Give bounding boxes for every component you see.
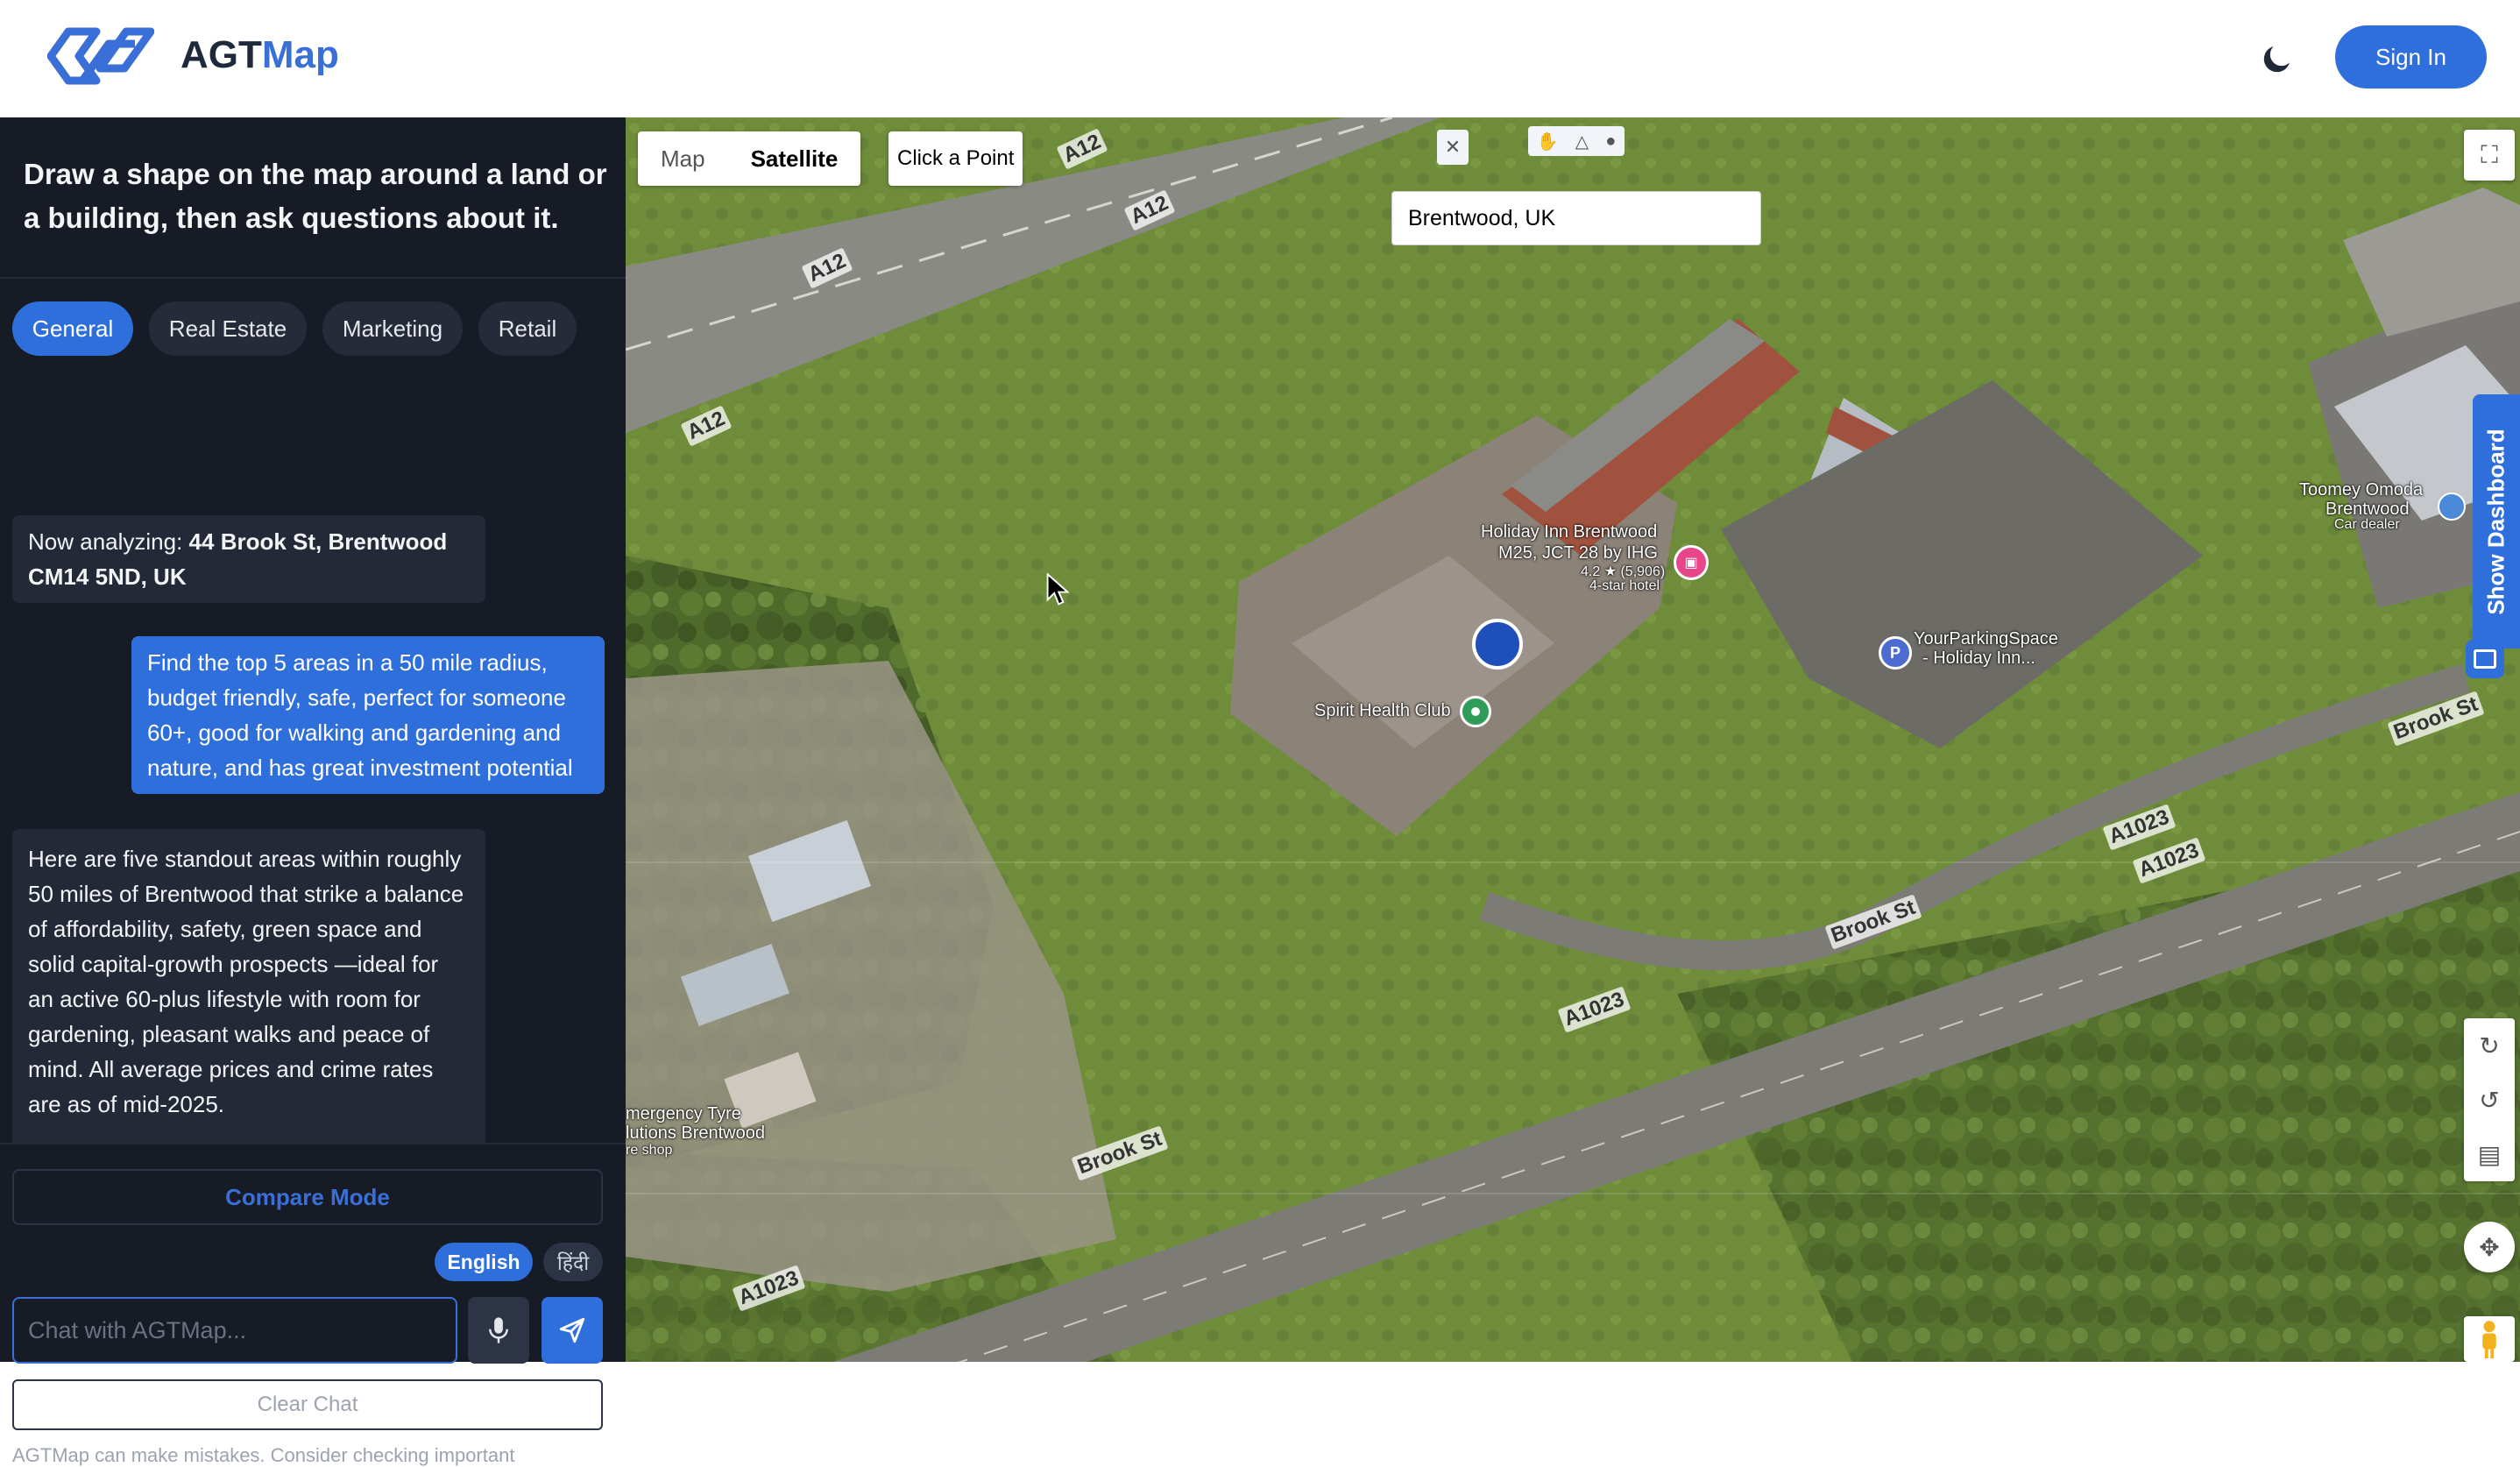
tab-real-estate[interactable]: Real Estate [149,301,307,356]
poi-spirit-health-club-label[interactable]: Spirit Health Club [1314,701,1451,721]
poi-parking-label[interactable]: YourParkingSpace [1914,629,2058,649]
pin-dot [1471,707,1480,716]
poi-toomey-label[interactable]: Toomey Omoda [2299,480,2423,500]
chat-input[interactable] [12,1297,457,1364]
clear-chat-button[interactable]: Clear Chat [12,1379,603,1430]
brand-part2: Map [261,33,339,76]
poi-holiday-inn-label[interactable]: Holiday Inn Brentwood [1481,522,1657,542]
send-icon [559,1317,585,1343]
agtmap-logo-icon[interactable] [47,25,154,88]
sign-in-button[interactable]: Sign In [2335,25,2487,89]
divider [0,1143,626,1145]
pegman-shape [2482,1321,2496,1358]
show-dashboard-label: Show Dashboard [2482,428,2509,615]
satellite-map[interactable]: Holiday Inn Brentwood M25, JCT 28 by IHG… [626,117,2520,1362]
user-message: Find the top 5 areas in a 50 mile radius… [131,636,605,794]
map-type-map-button[interactable]: Map [638,131,728,186]
dashboard-icon[interactable] [2466,640,2504,678]
dark-mode-toggle-icon[interactable] [2259,40,2296,77]
rotate-clockwise-icon[interactable]: ↻ [2479,1031,2499,1060]
intro-heading: Draw a shape on the map around a land or… [24,158,607,234]
fullscreen-icon[interactable]: ⛶ [2464,130,2515,181]
divider [0,277,626,279]
click-a-point-button[interactable]: Click a Point [888,131,1023,186]
brand-name[interactable]: AGTMap [181,33,339,77]
selected-location-marker[interactable] [1472,619,1523,670]
circle-draw-icon[interactable]: ● [1605,131,1616,152]
map-imagery[interactable] [626,117,2520,1362]
map-type-satellite-button[interactable]: Satellite [728,131,861,186]
poi-toomey-type: Car dealer [2334,517,2400,532]
drawing-toolbar: ✋ △ ● [1528,126,1625,156]
street-view-pegman-icon[interactable] [2464,1316,2515,1362]
delete-shape-icon[interactable]: ✕ [1437,130,1469,165]
assistant-message: Here are five standout areas within roug… [12,829,485,1143]
polygon-draw-icon[interactable]: △ [1575,131,1589,152]
pan-control-icon[interactable]: ✥ [2464,1222,2515,1272]
map-rotation-controls: ↻ ↺ ▤ [2464,1018,2515,1181]
poi-holiday-inn-rating: 4.2 ★ (5,906) [1581,564,1666,579]
poi-tyre-type: re shop [626,1143,673,1158]
hotel-pin-icon[interactable]: ▣ [1674,545,1709,580]
parking-pin-icon[interactable]: P [1879,636,1912,670]
send-button[interactable] [542,1297,603,1364]
tab-retail[interactable]: Retail [478,301,577,356]
gym-pin-icon[interactable] [1460,696,1491,727]
disclaimer-text: AGTMap can make mistakes. Consider check… [12,1444,515,1466]
microphone-icon [489,1317,508,1343]
tab-marketing[interactable]: Marketing [322,301,463,356]
chat-sidebar: Draw a shape on the map around a land or… [0,117,626,1466]
microphone-button[interactable] [468,1297,529,1364]
language-hindi-button[interactable]: हिंदी [543,1243,603,1281]
hand-icon[interactable]: ✋ [1537,131,1559,152]
car-dealer-pin-icon[interactable] [2438,493,2466,521]
language-english-button[interactable]: English [435,1243,533,1281]
tab-general[interactable]: General [12,301,133,356]
poi-parking-sublabel: - Holiday Inn... [1922,648,2035,668]
dashboard-icon-shape [2474,649,2496,669]
poi-holiday-inn-type: 4-star hotel [1589,578,1660,593]
tilt-icon[interactable]: ▤ [2478,1140,2501,1169]
chat-messages[interactable]: Now analyzing: 44 Brook St, Brentwood CM… [0,380,626,1143]
brand-part1: AGT [181,33,262,76]
poi-tyre-sublabel: lutions Brentwood [626,1123,765,1143]
map-type-switcher: Map Satellite [638,131,861,186]
poi-tyre-label[interactable]: mergency Tyre [626,1104,741,1124]
mouse-cursor-icon [1046,573,1069,606]
location-search-input[interactable] [1391,191,1761,245]
poi-holiday-inn-sublabel: M25, JCT 28 by IHG [1498,543,1658,563]
compare-mode-button[interactable]: Compare Mode [12,1169,603,1225]
rotate-counterclockwise-icon[interactable]: ↺ [2479,1086,2499,1115]
show-dashboard-button[interactable]: Show Dashboard [2473,394,2520,648]
analyzing-message: Now analyzing: 44 Brook St, Brentwood CM… [12,515,485,603]
app-header: AGTMap Sign In [0,0,2520,118]
analyzing-prefix: Now analyzing: [28,528,189,555]
